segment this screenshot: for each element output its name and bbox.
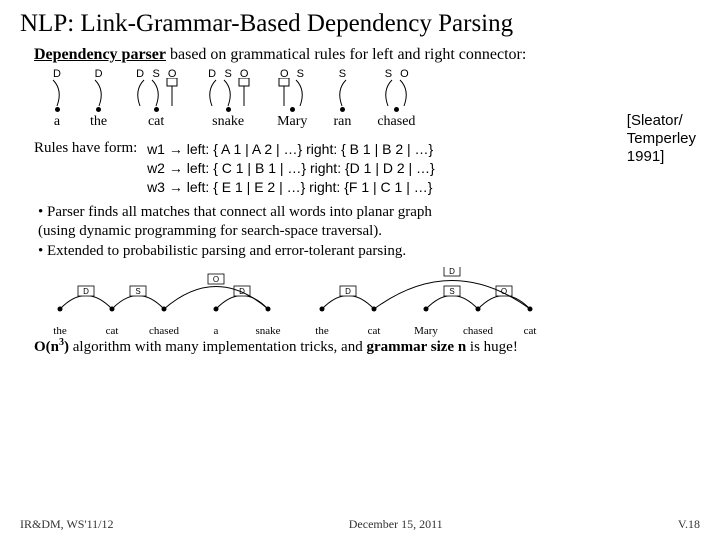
rules-block: Rules have form: w1 → left: { A 1 | A 2 …: [34, 140, 700, 197]
parse-word: snake: [248, 325, 288, 337]
connector-D: D: [205, 68, 219, 108]
complexity-line: O(n3) algorithm with many implementation…: [34, 337, 700, 356]
word-diagram: Dthe: [90, 70, 107, 130]
word-label: cat: [148, 114, 164, 130]
bullet-list: • Parser finds all matches that connect …: [38, 203, 700, 262]
citation: [Sleator/ Temperley 1991]: [627, 112, 696, 166]
bullet-line: (using dynamic programming for search-sp…: [38, 222, 700, 242]
footer-left: IR&DM, WS'11/12: [20, 517, 114, 532]
parse-diagram-row: DSDOthecatchasedasnake DSODthecatMarycha…: [40, 267, 700, 327]
connector-O: O: [237, 68, 251, 108]
subtitle-bold: Dependency parser: [34, 46, 166, 63]
parse-word: the: [302, 325, 342, 337]
word-label: snake: [212, 114, 244, 130]
word-label: chased: [377, 114, 415, 130]
rules-lead: Rules have form:: [34, 140, 137, 157]
connector-O: O: [165, 68, 179, 108]
bullet-line: • Extended to probabilistic parsing and …: [38, 242, 700, 262]
rules-lines: w1 → left: { A 1 | A 2 | …} right: { B 1…: [147, 140, 435, 197]
connector-O: O: [277, 68, 291, 108]
footer-center: December 15, 2011: [349, 517, 443, 532]
word-label: a: [54, 114, 60, 130]
svg-text:O: O: [213, 275, 219, 284]
word-diagram: Da: [50, 70, 64, 130]
connector-diagram-row: DaDtheDSOcatDSOsnakeOSMarySranSOchased: [50, 70, 700, 130]
connector-D: D: [50, 68, 64, 108]
subtitle: Dependency parser based on grammatical r…: [34, 46, 700, 64]
parse-word: chased: [458, 325, 498, 337]
rule-line: w1 → left: { A 1 | A 2 | …} right: { B 1…: [147, 140, 435, 159]
connector-S: S: [381, 68, 395, 108]
word-diagram: OS Mary: [277, 70, 307, 130]
complexity-end: is huge!: [466, 339, 518, 355]
svg-text:D: D: [83, 287, 89, 296]
svg-text:D: D: [345, 287, 351, 296]
connector-S: S: [335, 68, 349, 108]
footer-right: V.18: [678, 517, 700, 532]
word-label: Mary: [277, 114, 307, 130]
rule-line: w3 → left: { E 1 | E 2 | …} right: {F 1 …: [147, 178, 435, 197]
connector-S: S: [221, 68, 235, 108]
complexity-mid: algorithm with many implementation trick…: [69, 339, 366, 355]
word-label: ran: [333, 114, 351, 130]
parse-word: chased: [144, 325, 184, 337]
word-diagram: SOchased: [377, 70, 415, 130]
complexity-grammar: grammar size n: [366, 339, 466, 355]
parse-word: Mary: [406, 325, 446, 337]
subtitle-rest: based on grammatical rules for left and …: [166, 46, 526, 63]
connector-D: D: [92, 68, 106, 108]
connector-S: S: [149, 68, 163, 108]
parse-word: the: [40, 325, 80, 337]
word-diagram: DSOsnake: [205, 70, 251, 130]
svg-text:S: S: [449, 287, 454, 296]
svg-text:S: S: [135, 287, 140, 296]
connector-S: S: [293, 68, 307, 108]
bullet-line: • Parser finds all matches that connect …: [38, 203, 700, 223]
parse-word: cat: [354, 325, 394, 337]
svg-text:D: D: [449, 267, 455, 276]
word-diagram: Sran: [333, 70, 351, 130]
parse-word: a: [196, 325, 236, 337]
slide-footer: IR&DM, WS'11/12 December 15, 2011 V.18: [0, 517, 720, 532]
complexity-o: O(n: [34, 339, 59, 355]
parse-word: cat: [510, 325, 550, 337]
parse-word: cat: [92, 325, 132, 337]
word-label: the: [90, 114, 107, 130]
connector-D: D: [133, 68, 147, 108]
parse-diagram-1: DSDOthecatchasedasnake: [40, 267, 288, 327]
parse-diagram-2: DSODthecatMarychasedcat: [302, 267, 550, 327]
rule-line: w2 → left: { C 1 | B 1 | …} right: {D 1 …: [147, 159, 435, 178]
slide-title: NLP: Link-Grammar-Based Dependency Parsi…: [20, 10, 700, 38]
word-diagram: DSOcat: [133, 70, 179, 130]
connector-O: O: [397, 68, 411, 108]
